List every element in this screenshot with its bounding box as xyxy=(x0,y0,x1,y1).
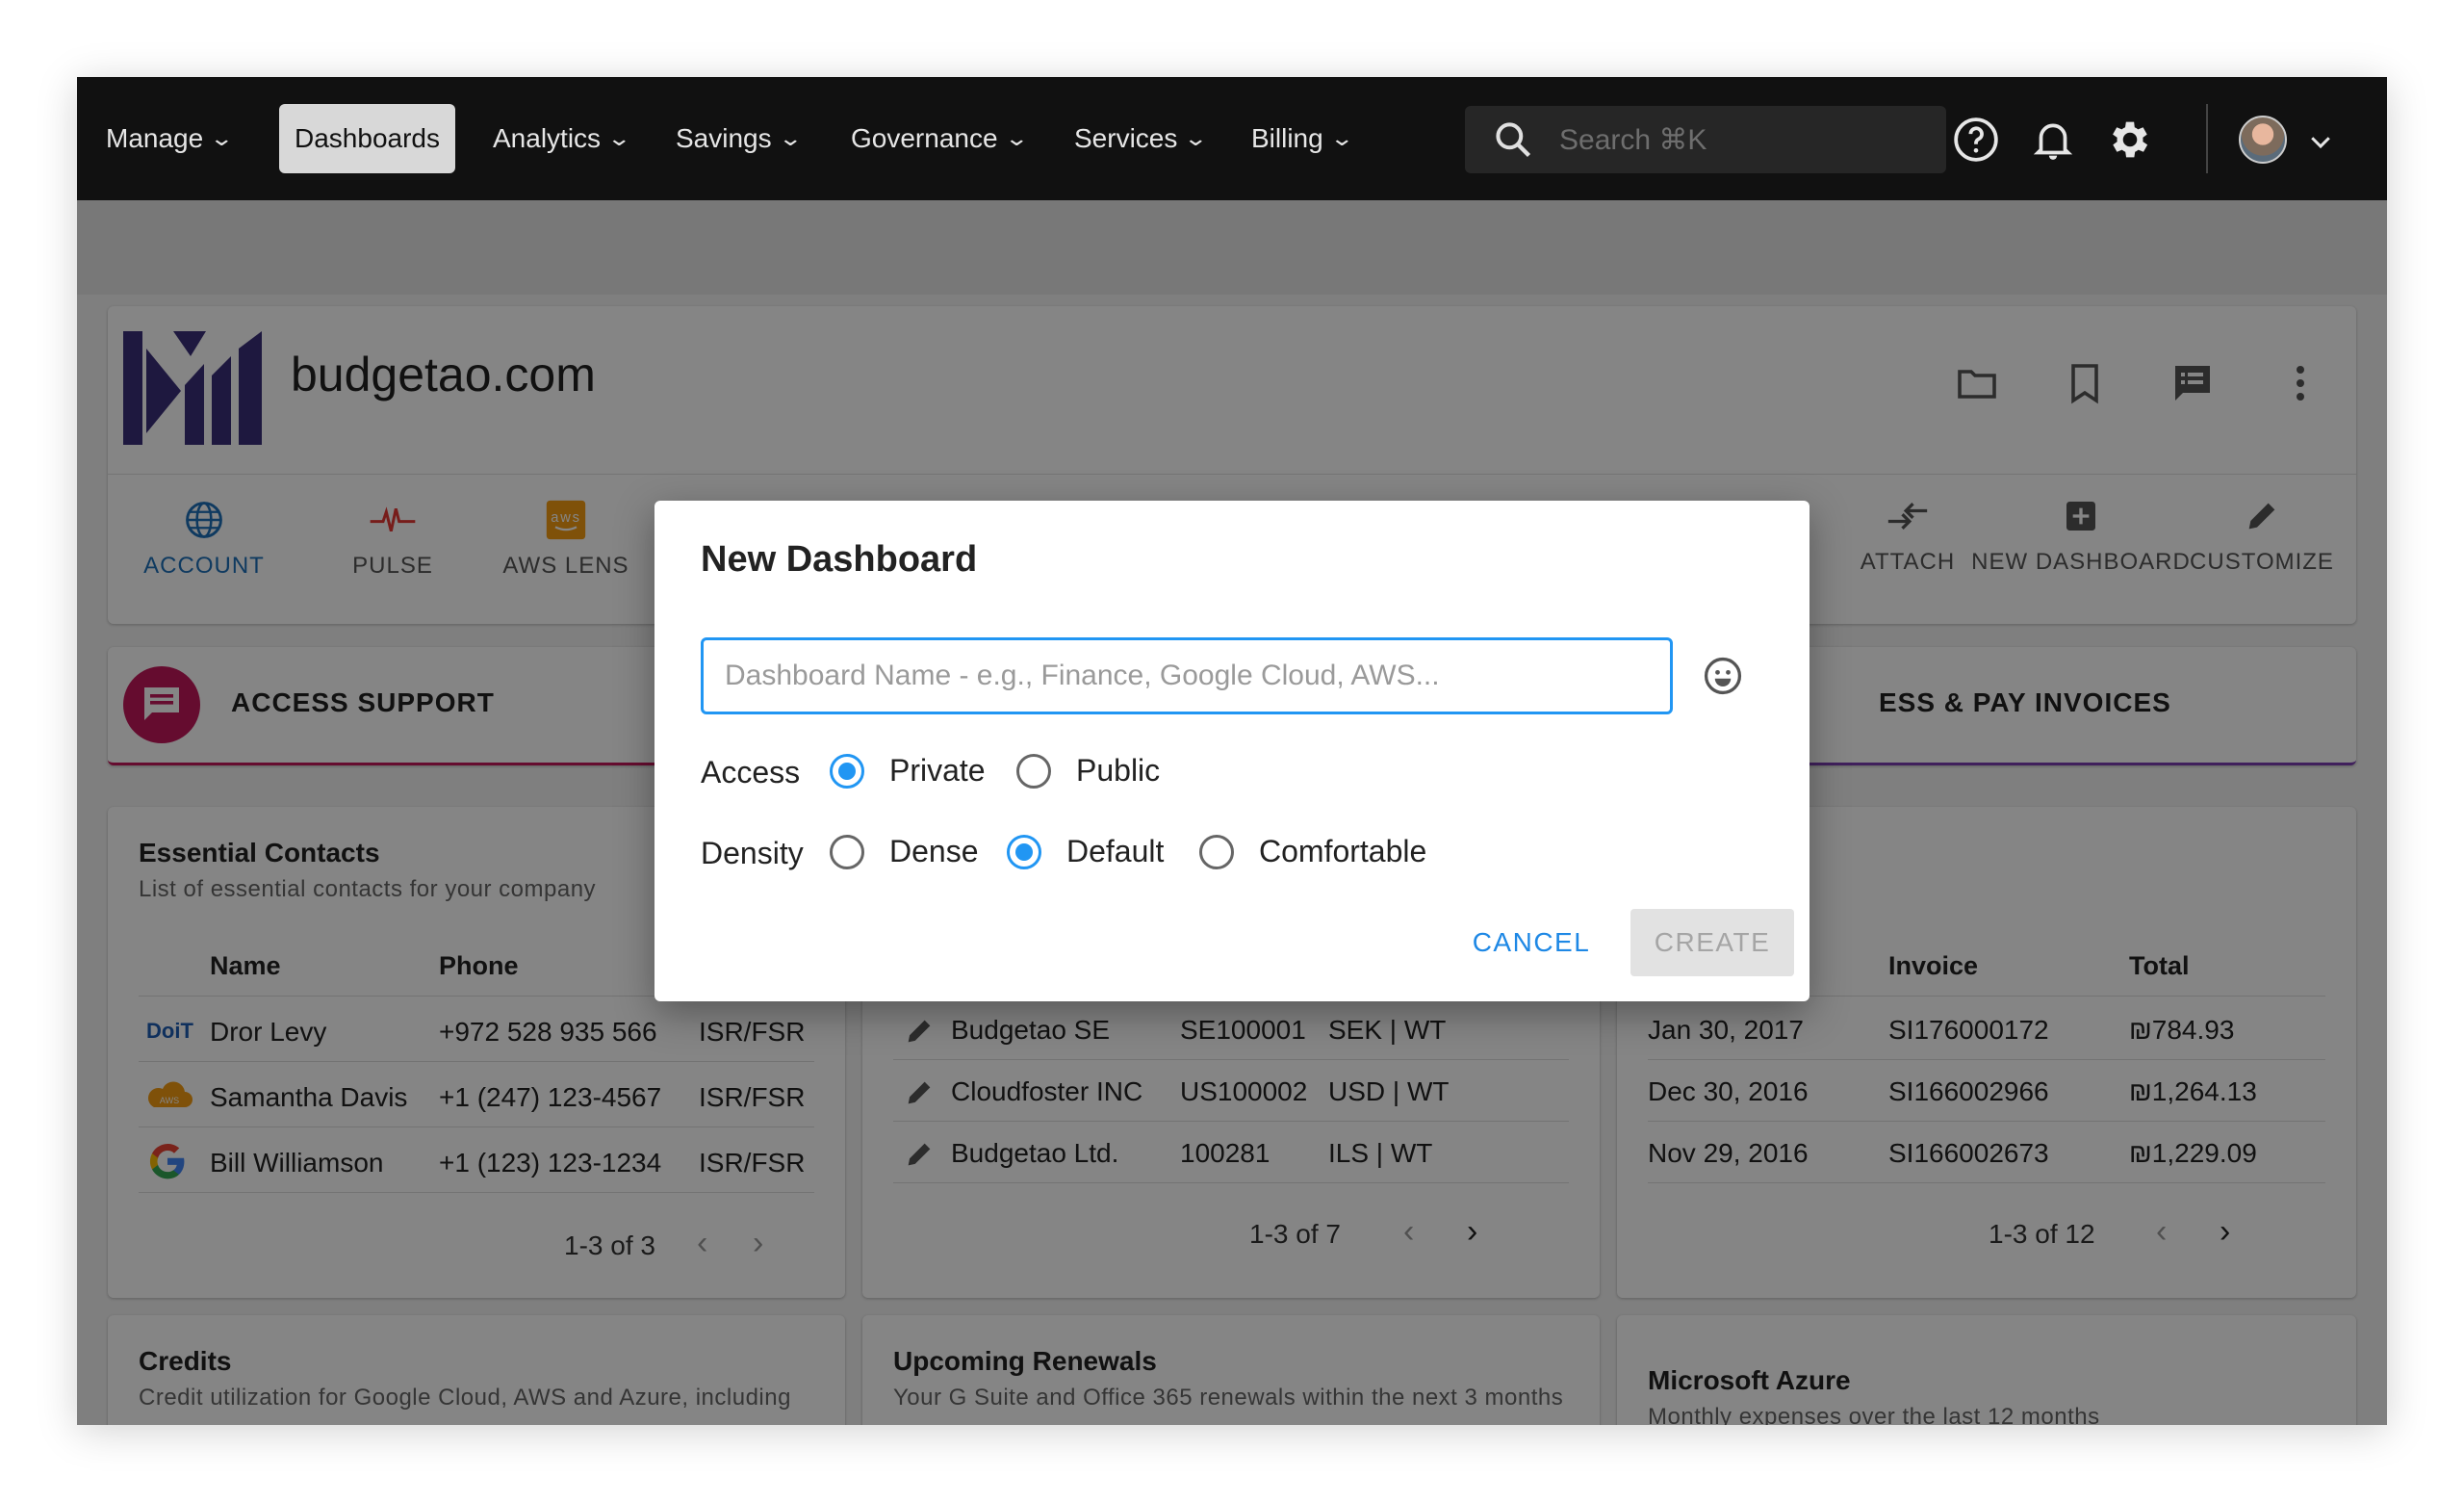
dashboard-name-input[interactable] xyxy=(701,637,1673,714)
nav-governance[interactable]: Governance ⌄ xyxy=(835,104,1040,173)
access-label: Access xyxy=(701,755,801,790)
radio-button xyxy=(1199,834,1234,869)
radio-label: Dense xyxy=(889,834,979,868)
chevron-down-icon: ⌄ xyxy=(1003,126,1029,150)
bell-icon[interactable] xyxy=(2029,116,2077,164)
density-default-radio[interactable]: Default xyxy=(1007,834,1164,869)
nav-label: Analytics xyxy=(493,123,602,153)
access-private-radio[interactable]: Private xyxy=(830,753,986,789)
nav-label: Governance xyxy=(851,123,998,153)
new-dashboard-dialog: New Dashboard Access Private Public Dens… xyxy=(654,501,1810,1001)
radio-button xyxy=(830,834,864,869)
nav-services[interactable]: Services ⌄ xyxy=(1059,104,1220,173)
divider xyxy=(2206,104,2208,173)
create-button[interactable]: CREATE xyxy=(1630,909,1794,976)
emoji-icon[interactable] xyxy=(1702,655,1744,697)
radio-label: Private xyxy=(889,753,986,788)
dialog-title: New Dashboard xyxy=(701,539,978,580)
radio-label: Public xyxy=(1076,753,1161,788)
nav-manage[interactable]: Manage ⌄ xyxy=(90,104,246,173)
chevron-down-icon[interactable] xyxy=(2306,127,2335,156)
search-placeholder: Search ⌘K xyxy=(1559,123,1707,156)
density-dense-radio[interactable]: Dense xyxy=(830,834,979,869)
gear-icon[interactable] xyxy=(2106,116,2154,164)
radio-label: Default xyxy=(1066,834,1165,868)
radio-label: Comfortable xyxy=(1259,834,1427,868)
nav-label: Billing xyxy=(1251,123,1323,153)
nav-savings[interactable]: Savings ⌄ xyxy=(660,104,814,173)
chevron-down-icon: ⌄ xyxy=(1183,126,1209,150)
avatar[interactable] xyxy=(2239,116,2287,164)
density-comfortable-radio[interactable]: Comfortable xyxy=(1199,834,1426,869)
chevron-down-icon: ⌄ xyxy=(209,126,235,150)
nav-label: Manage xyxy=(106,123,204,153)
chevron-down-icon: ⌄ xyxy=(606,126,632,150)
nav-billing[interactable]: Billing ⌄ xyxy=(1236,104,1366,173)
chevron-down-icon: ⌄ xyxy=(777,126,803,150)
nav-label: Services xyxy=(1074,123,1178,153)
access-public-radio[interactable]: Public xyxy=(1016,753,1160,789)
search-icon xyxy=(1496,122,1531,158)
nav-label: Dashboards xyxy=(295,123,440,153)
help-icon[interactable] xyxy=(1952,116,2000,164)
nav-label: Savings xyxy=(676,123,772,153)
top-nav-bar: Manage ⌄ Dashboards Analytics ⌄ Savings ⌄ G… xyxy=(77,77,2387,200)
app-window: Manage ⌄ Dashboards Analytics ⌄ Savings ⌄ G… xyxy=(77,77,2387,1425)
density-label: Density xyxy=(701,836,804,870)
nav-dashboards[interactable]: Dashboards xyxy=(279,104,455,173)
nav-analytics[interactable]: Analytics ⌄ xyxy=(477,104,643,173)
search-input[interactable]: Search ⌘K xyxy=(1465,106,1946,173)
cancel-button[interactable]: CANCEL xyxy=(1459,909,1604,976)
radio-button xyxy=(1016,753,1051,789)
radio-button xyxy=(1007,834,1041,869)
radio-button xyxy=(830,753,864,789)
chevron-down-icon: ⌄ xyxy=(1329,126,1354,150)
